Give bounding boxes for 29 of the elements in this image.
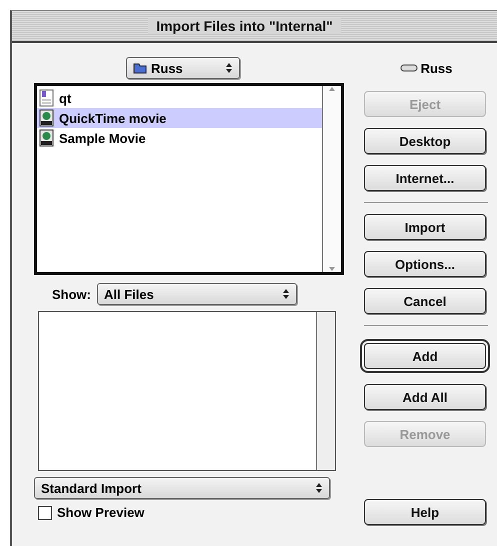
window-title: Import Files into "Internal"	[148, 18, 341, 34]
file-row[interactable]: QuickTime movie	[37, 108, 322, 128]
show-label: Show:	[52, 286, 91, 302]
volume-label: Russ	[420, 60, 452, 76]
show-popup[interactable]: All Files	[97, 283, 297, 305]
show-preview-label: Show Preview	[57, 505, 144, 520]
dialog-button[interactable]: Add All	[364, 384, 486, 410]
dialog-button[interactable]: Help	[364, 499, 486, 525]
folder-icon	[133, 62, 147, 74]
dialog-button[interactable]: Desktop	[364, 128, 486, 154]
dialog-button[interactable]: Internet...	[364, 165, 486, 191]
scroll-down-icon	[328, 266, 336, 272]
movie-file-icon	[39, 109, 55, 127]
popup-arrows-icon	[225, 62, 233, 74]
scroll-up-icon	[328, 86, 336, 92]
drive-icon	[400, 64, 418, 72]
dialog-button[interactable]: Cancel	[364, 288, 486, 314]
scroll-bar[interactable]	[322, 86, 341, 272]
popup-arrows-icon	[315, 482, 323, 494]
import-type-popup[interactable]: Standard Import	[34, 477, 330, 499]
document-icon	[39, 89, 55, 107]
file-row[interactable]: Sample Movie	[37, 128, 322, 148]
movie-file-icon	[39, 129, 55, 147]
dialog-button[interactable]: Options...	[364, 251, 486, 277]
dialog-button[interactable]: Import	[364, 214, 486, 240]
popup-arrows-icon	[282, 288, 290, 300]
file-row[interactable]: qt	[37, 88, 322, 108]
folder-popup[interactable]: Russ	[126, 57, 240, 79]
show-preview-checkbox[interactable]	[38, 506, 52, 520]
